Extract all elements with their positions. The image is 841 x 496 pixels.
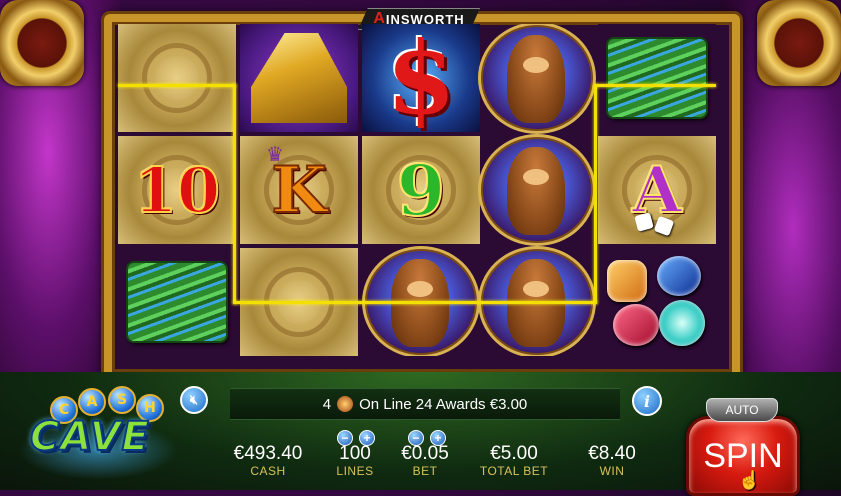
gold-bars-icon bbox=[251, 33, 347, 123]
money-stack-symbol bbox=[598, 24, 716, 132]
cash-value: €493.40 bbox=[233, 443, 303, 464]
bear-symbol bbox=[478, 246, 596, 356]
bear-symbol bbox=[478, 134, 596, 246]
info-icon: i bbox=[643, 391, 651, 411]
hand-cursor-icon: ☝ bbox=[738, 470, 761, 490]
frame-corner-ornament-icon bbox=[0, 0, 84, 86]
symbol-ace: A bbox=[598, 136, 716, 244]
bear-symbol bbox=[362, 246, 480, 356]
win-label: WIN bbox=[599, 464, 625, 478]
auto-button[interactable]: AUTO bbox=[706, 398, 778, 422]
speaker-muted-icon: 🔇︎ bbox=[189, 392, 199, 407]
bear-icon bbox=[362, 246, 480, 356]
logo-letter-a: A bbox=[78, 388, 106, 416]
bear-icon bbox=[478, 246, 596, 356]
lines-value: 100 bbox=[339, 443, 371, 464]
bear-icon bbox=[478, 134, 596, 246]
gems-symbol bbox=[598, 248, 716, 356]
bet-label: BET bbox=[412, 464, 438, 478]
reel-3: $ 9 bbox=[362, 24, 480, 356]
reel-1: 10 bbox=[118, 24, 236, 356]
win-symbol-count: 4 bbox=[322, 395, 332, 413]
money-stack-icon bbox=[128, 263, 226, 341]
bear-scatter-icon bbox=[337, 396, 354, 412]
gold-bars-symbol bbox=[240, 24, 358, 132]
bet-value: €0.05 bbox=[401, 443, 449, 464]
bear-icon bbox=[478, 24, 596, 134]
blank-tile-icon bbox=[240, 248, 358, 356]
lines-label: LINES bbox=[336, 464, 374, 478]
logo-letter-s: S bbox=[108, 386, 136, 414]
logo-cave-text: CAVE bbox=[29, 413, 150, 461]
reel-5: A bbox=[598, 24, 716, 356]
dollar-sign-icon: $ bbox=[386, 24, 456, 137]
blank-tile-icon bbox=[118, 24, 236, 132]
win-display: €8.40 WIN bbox=[570, 443, 654, 479]
cash-label: CASH bbox=[250, 464, 286, 478]
cash-cave-logo: C A S H CAVE bbox=[12, 384, 182, 488]
symbol-king: K ♛ bbox=[240, 136, 358, 244]
reel-4 bbox=[478, 24, 596, 356]
dollar-symbol: $ bbox=[362, 24, 480, 132]
win-message-bar: 4 On Line 24 Awards €3.00 bbox=[230, 388, 620, 420]
gems-icon bbox=[603, 252, 711, 352]
crown-icon: ♛ bbox=[266, 144, 284, 166]
win-value: €8.40 bbox=[588, 443, 636, 464]
win-message-text: On Line 24 Awards €3.00 bbox=[359, 395, 528, 413]
total-bet-label: TOTAL BET bbox=[479, 464, 549, 478]
bet-display: €0.05 BET bbox=[392, 443, 458, 479]
cash-display: €493.40 CASH bbox=[220, 443, 316, 479]
bear-symbol bbox=[478, 24, 596, 134]
symbol-ten: 10 bbox=[118, 136, 236, 244]
reel-2: K ♛ bbox=[240, 24, 358, 356]
info-button[interactable]: i bbox=[632, 386, 662, 416]
money-stack-icon bbox=[608, 39, 706, 117]
frame-corner-ornament-icon bbox=[757, 0, 841, 86]
symbol-nine: 9 bbox=[362, 136, 480, 244]
money-stack-symbol bbox=[118, 248, 236, 356]
total-bet-display: €5.00 TOTAL BET bbox=[472, 443, 556, 479]
lines-display: 100 LINES bbox=[322, 443, 388, 479]
mute-button[interactable]: 🔇︎ bbox=[180, 386, 208, 414]
total-bet-value: €5.00 bbox=[490, 443, 538, 464]
